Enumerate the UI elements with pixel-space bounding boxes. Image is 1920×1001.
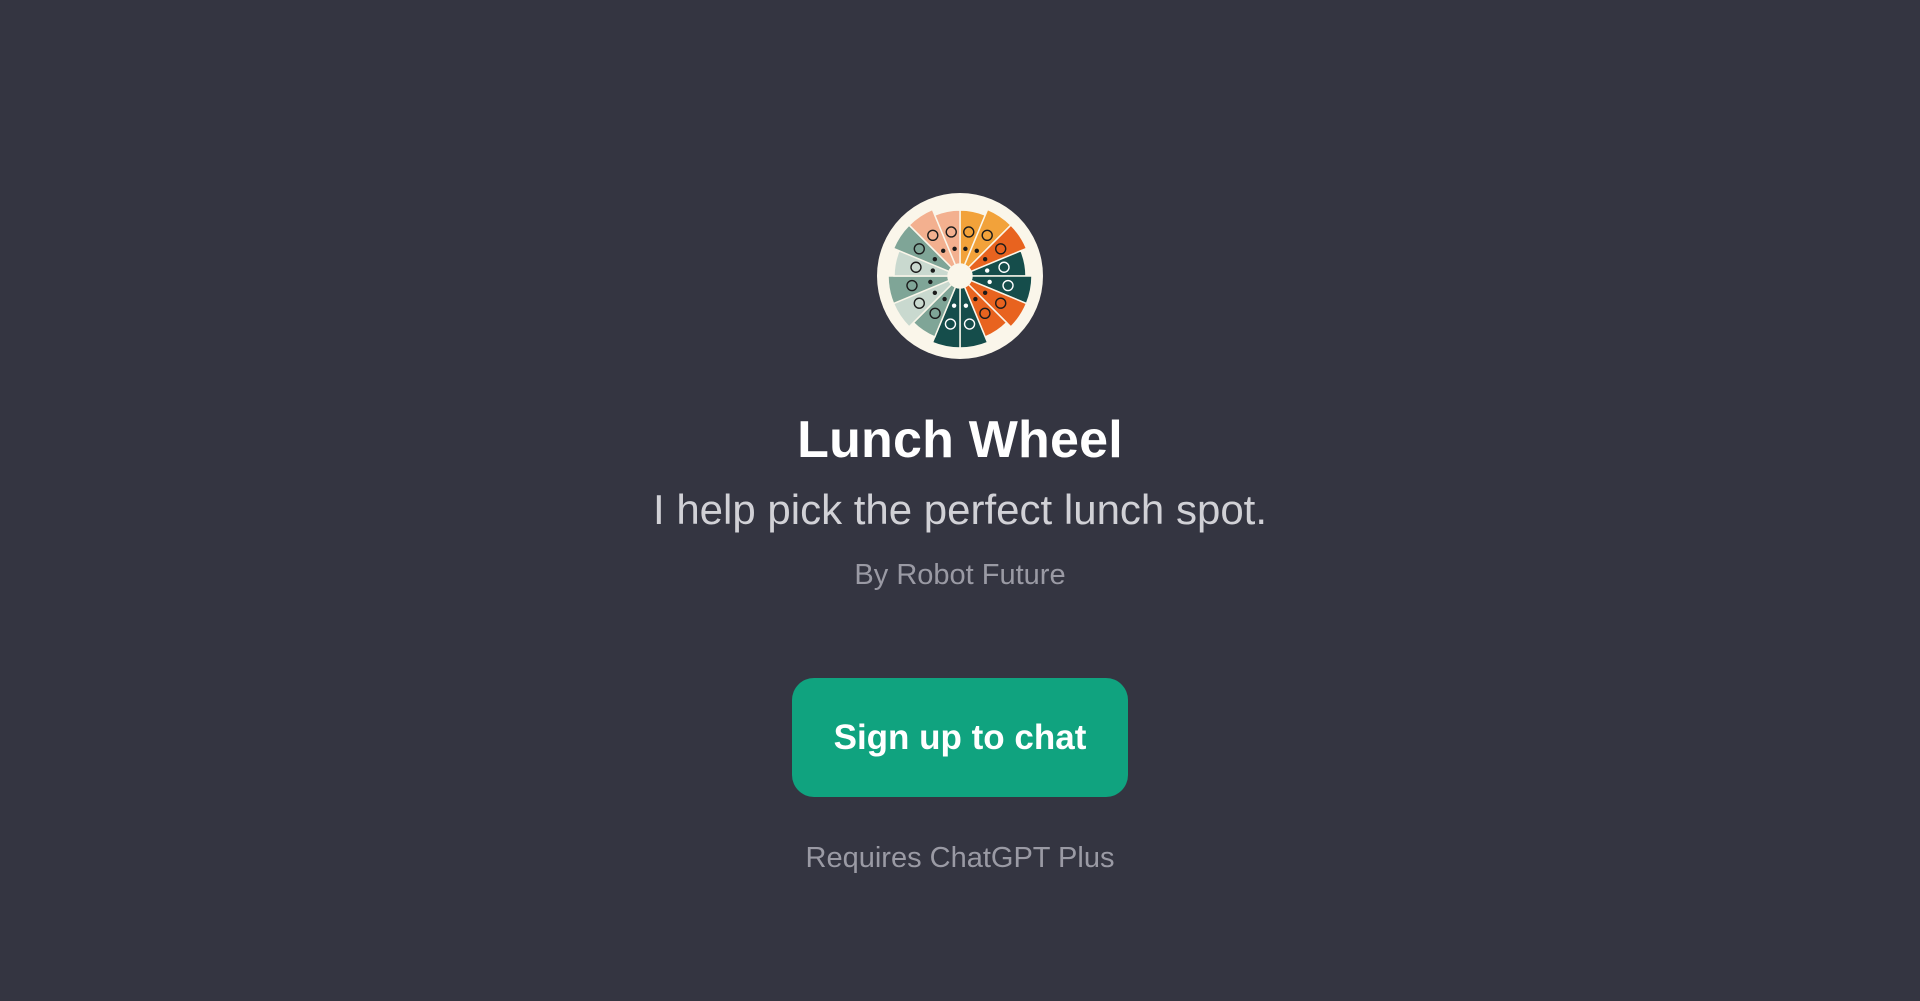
food-glyph-icon	[974, 248, 980, 254]
wheel-graphic	[887, 208, 1033, 349]
food-glyph-icon	[982, 290, 988, 296]
food-glyph-icon	[973, 296, 978, 302]
lunch-wheel-icon	[877, 193, 1043, 359]
wheel-hub	[948, 264, 972, 288]
food-glyph-icon	[952, 246, 957, 252]
gpt-title: Lunch Wheel	[797, 411, 1123, 469]
food-glyph-icon	[942, 296, 947, 302]
food-glyph-icon	[932, 256, 938, 262]
food-glyph-icon	[963, 246, 968, 252]
food-glyph-icon	[984, 268, 990, 273]
food-glyph-icon	[963, 303, 969, 308]
gpt-author: By Robot Future	[854, 559, 1066, 591]
requirement-note: Requires ChatGPT Plus	[805, 842, 1115, 874]
gpt-landing-page: Lunch Wheel I help pick the perfect lunc…	[0, 0, 1920, 1001]
gpt-description: I help pick the perfect lunch spot.	[652, 486, 1268, 533]
food-glyph-icon	[932, 290, 938, 296]
food-glyph-icon	[930, 268, 936, 273]
food-glyph-icon	[951, 303, 957, 308]
food-glyph-icon	[982, 256, 988, 262]
sign-up-button[interactable]: Sign up to chat	[792, 678, 1128, 797]
food-glyph-icon	[928, 279, 933, 285]
food-glyph-icon	[940, 248, 946, 254]
food-glyph-icon	[987, 279, 992, 285]
